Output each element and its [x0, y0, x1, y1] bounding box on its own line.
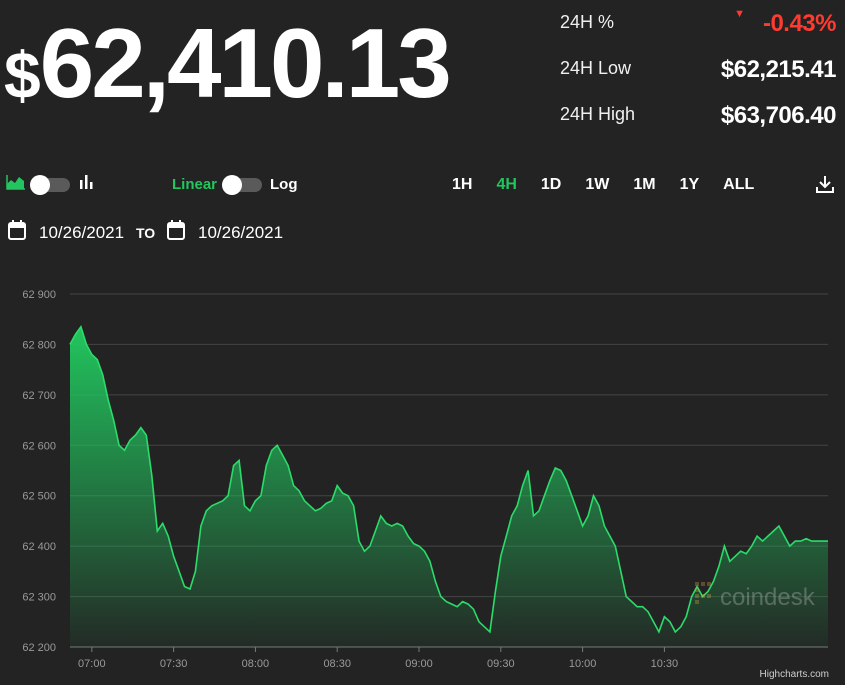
bar-chart-icon[interactable]: [78, 174, 94, 195]
range-1d[interactable]: 1D: [529, 176, 573, 194]
current-price: $ 62,410.13: [4, 8, 452, 118]
range-selector: 1H 4H 1D 1W 1M 1Y ALL: [440, 176, 766, 194]
stat-24h-high: 24H High $63,706.40: [560, 100, 840, 146]
date-to-field[interactable]: 10/26/2021: [198, 223, 283, 243]
stat-label: 24H Low: [560, 58, 632, 78]
currency-symbol: $: [4, 38, 41, 112]
price-chart[interactable]: 62 200 62 300 62 400 62 500 62 600 62 700 62 8…: [0, 260, 845, 670]
x-tick-label: 07:00: [78, 658, 106, 670]
price-value: 62,410.13: [39, 8, 452, 118]
chart-controls: Linear Log 1H 4H 1D 1W 1M 1Y ALL: [0, 170, 845, 200]
highcharts-credit[interactable]: Highcharts.com: [760, 669, 829, 680]
log-scale-label[interactable]: Log: [270, 176, 298, 193]
linear-scale-label[interactable]: Linear: [172, 176, 217, 193]
toggle-knob: [30, 175, 50, 195]
y-tick-label: 62 600: [22, 440, 56, 452]
range-4h[interactable]: 4H: [484, 176, 528, 194]
y-tick-label: 62 800: [22, 339, 56, 351]
stat-label: 24H High: [560, 104, 636, 124]
y-tick-label: 62 500: [22, 491, 56, 503]
price-area: [70, 326, 828, 647]
stat-label: 24H %: [560, 12, 615, 32]
calendar-icon[interactable]: [167, 220, 185, 245]
scale-toggle[interactable]: [222, 175, 262, 195]
toggle-knob: [222, 175, 242, 195]
stat-24h-change: 24H % ▼ -0.43%: [560, 8, 840, 54]
stats-panel: 24H % ▼ -0.43% 24H Low $62,215.41 24H Hi…: [560, 8, 840, 146]
range-1m[interactable]: 1M: [621, 176, 667, 194]
svg-text:coindesk: coindesk: [720, 584, 816, 611]
chart-type-toggle[interactable]: [30, 175, 70, 195]
y-tick-label: 62 400: [22, 541, 56, 553]
down-triangle-icon: ▼: [734, 8, 745, 20]
date-to-label: TO: [136, 225, 156, 241]
x-tick-label: 10:30: [651, 658, 679, 670]
x-tick-label: 08:00: [242, 658, 270, 670]
y-axis: 62 200 62 300 62 400 62 500 62 600 62 700 62 8…: [22, 289, 56, 654]
x-axis: 07:00 07:30 08:00 08:30 09:00 09:30 10:00 10:30: [78, 647, 678, 670]
area-chart-icon[interactable]: [6, 174, 26, 195]
y-tick-label: 62 300: [22, 592, 56, 604]
x-tick-label: 07:30: [160, 658, 188, 670]
y-tick-label: 62 900: [22, 289, 56, 301]
y-tick-label: 62 700: [22, 390, 56, 402]
stat-value: $62,215.41: [720, 56, 837, 83]
y-tick-label: 62 200: [22, 642, 56, 654]
date-from-field[interactable]: 10/26/2021: [39, 223, 124, 243]
stat-value: -0.43%: [762, 10, 837, 37]
stat-value: $63,706.40: [720, 102, 837, 129]
download-icon[interactable]: [815, 174, 835, 199]
stat-24h-low: 24H Low $62,215.41: [560, 54, 840, 100]
x-tick-label: 09:00: [405, 658, 433, 670]
x-tick-label: 09:30: [487, 658, 515, 670]
calendar-icon[interactable]: [8, 220, 26, 245]
x-tick-label: 08:30: [323, 658, 351, 670]
x-tick-label: 10:00: [569, 658, 597, 670]
range-1y[interactable]: 1Y: [668, 176, 712, 194]
range-1w[interactable]: 1W: [573, 176, 621, 194]
range-all[interactable]: ALL: [711, 176, 766, 194]
range-1h[interactable]: 1H: [440, 176, 484, 194]
